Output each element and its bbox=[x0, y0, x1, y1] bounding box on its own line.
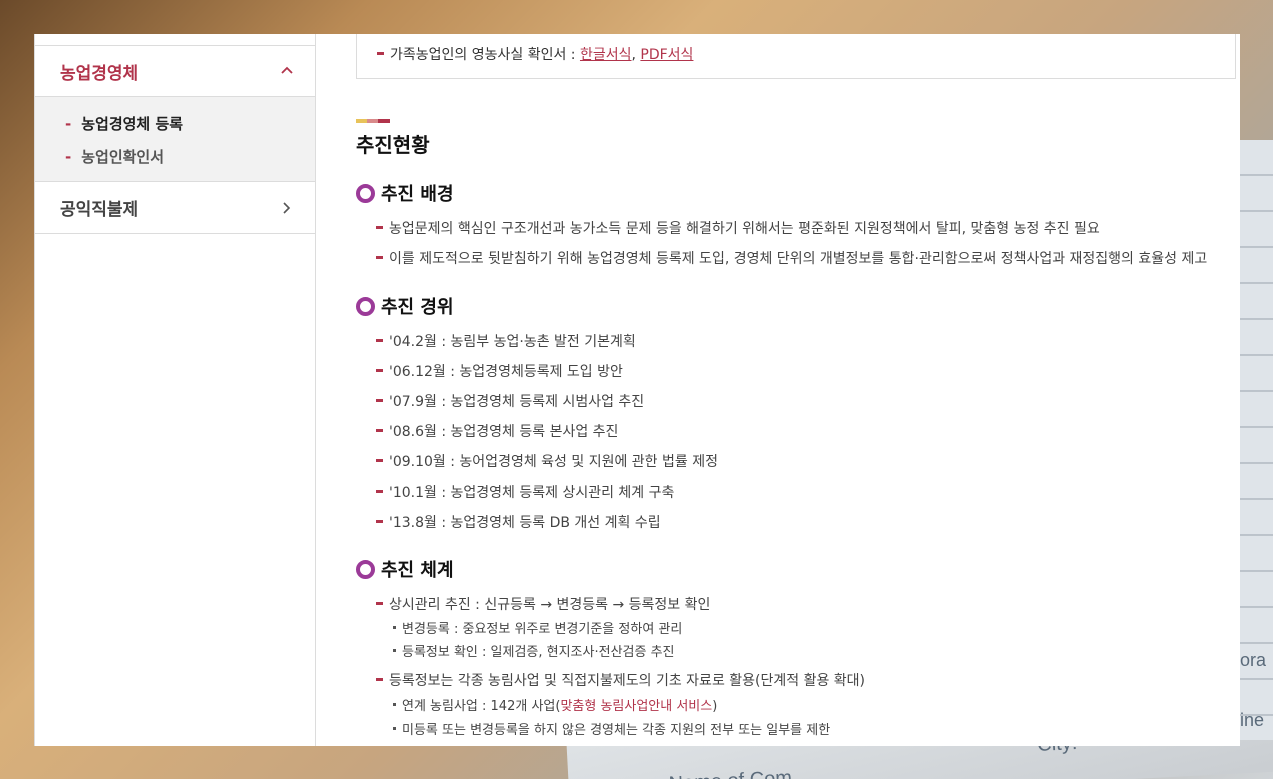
chevron-right-icon bbox=[283, 201, 291, 214]
sub-list-item: 미등록 또는 변경등록을 하지 않은 경영체는 각종 지원의 전부 또는 일부를… bbox=[393, 719, 830, 738]
history-heading-label: 추진 경위 bbox=[381, 297, 454, 318]
section-title: 추진현황 bbox=[356, 133, 430, 157]
list-item: '09.10월 : 농어업경영체 육성 및 지원에 관한 법률 제정 bbox=[376, 451, 718, 471]
list-item: '06.12월 : 농업경영체등록제 도입 방안 bbox=[376, 361, 623, 381]
sidebar-item-label: 농업경영체 등록 bbox=[81, 115, 184, 133]
bullet-dash bbox=[377, 51, 384, 55]
list-item: 등록정보는 각종 농림사업 및 직접지불제도의 기초 자료로 활용(단계적 활용… bbox=[376, 670, 865, 690]
dash-bullet: - bbox=[65, 114, 72, 133]
hwp-form-link[interactable]: 한글서식 bbox=[580, 47, 632, 63]
background-heading-label: 추진 배경 bbox=[381, 184, 454, 205]
list-item: '07.9월 : 농업경영체 등록제 시범사업 추진 bbox=[376, 391, 644, 411]
list-item: 농업문제의 핵심인 구조개선과 농가소득 문제 등을 해결하기 위해서는 평준화… bbox=[376, 218, 1100, 238]
ring-bullet-icon bbox=[356, 296, 375, 316]
sidebar-item-farm-business-registration[interactable]: - 농업경영체 등록 bbox=[65, 107, 315, 140]
sidebar-menu-farm-business[interactable]: 농업경영체 bbox=[35, 45, 315, 97]
sidebar-item-label: 농업인확인서 bbox=[81, 148, 165, 166]
list-item: 상시관리 추진 : 신규등록 → 변경등록 → 등록정보 확인 bbox=[376, 594, 710, 614]
sidebar-menu-label: 농업경영체 bbox=[60, 63, 139, 84]
chevron-up-icon bbox=[281, 66, 293, 74]
sidebar-item-farmer-certificate[interactable]: - 농업인확인서 bbox=[65, 140, 315, 173]
background-paper-name: Name of Com bbox=[668, 767, 792, 779]
history-heading: 추진 경위 bbox=[356, 293, 454, 319]
ring-bullet-icon bbox=[356, 559, 375, 579]
system-heading-label: 추진 체계 bbox=[381, 560, 454, 581]
list-item: '04.2월 : 농림부 농업·농촌 발전 기본계획 bbox=[376, 331, 636, 351]
sidebar-nav: 농업경영체 - 농업경영체 등록 - 농업인확인서 공익직불제 bbox=[34, 34, 316, 746]
main-content: 가족농업인의 영농사실 확인서 : 한글서식, PDF서식 추진현황 추진 배경… bbox=[316, 34, 1240, 746]
sidebar-submenu: - 농업경영체 등록 - 농업인확인서 bbox=[35, 97, 315, 182]
list-item: '13.8월 : 농업경영체 등록 DB 개선 계획 수립 bbox=[376, 512, 661, 532]
pdf-form-link[interactable]: PDF서식 bbox=[640, 47, 693, 63]
background-heading: 추진 배경 bbox=[356, 180, 454, 206]
section-decoration-bar bbox=[356, 119, 390, 123]
form-download-box: 가족농업인의 영농사실 확인서 : 한글서식, PDF서식 bbox=[356, 34, 1236, 79]
list-item: 이를 제도적으로 뒷받침하기 위해 농업경영체 등록제 도입, 경영체 단위의 … bbox=[376, 248, 1207, 268]
sub-list-item: 등록정보 확인 : 일제검증, 현지조사·전산검증 추진 bbox=[393, 641, 675, 660]
sidebar-menu-label: 공익직불제 bbox=[60, 200, 139, 220]
dash-bullet: - bbox=[65, 147, 72, 166]
ring-bullet-icon bbox=[356, 183, 375, 203]
browser-content-frame: 농업경영체 - 농업경영체 등록 - 농업인확인서 공익직불제 가족농업인의 영… bbox=[34, 34, 1240, 746]
custom-agri-service-link[interactable]: 맞춤형 농림사업안내 서비스 bbox=[560, 699, 712, 714]
list-item: '08.6월 : 농업경영체 등록 본사업 추진 bbox=[376, 421, 618, 441]
sub-list-item: 연계 농림사업 : 142개 사업(맞춤형 농림사업안내 서비스) bbox=[393, 695, 717, 714]
background-text-ine: ine bbox=[1240, 710, 1265, 730]
system-heading: 추진 체계 bbox=[356, 556, 454, 582]
sidebar-menu-public-direct-payment[interactable]: 공익직불제 bbox=[35, 182, 315, 234]
background-text-ora: ora bbox=[1240, 650, 1267, 670]
list-item: '10.1월 : 농업경영체 등록제 상시관리 체계 구축 bbox=[376, 482, 674, 502]
sub-list-item: 변경등록 : 중요정보 위주로 변경기준을 정하여 관리 bbox=[393, 618, 682, 637]
form-download-text: 가족농업인의 영농사실 확인서 : bbox=[390, 47, 580, 63]
